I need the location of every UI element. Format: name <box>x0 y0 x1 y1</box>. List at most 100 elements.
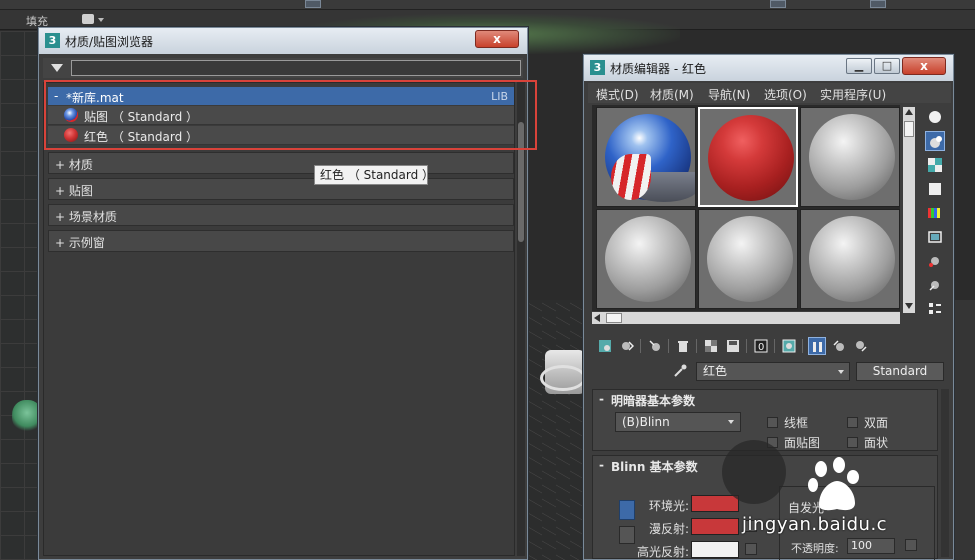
checkbox-box[interactable] <box>847 417 858 428</box>
put-to-scene-button[interactable] <box>618 337 636 355</box>
chevron-down-icon[interactable] <box>728 420 734 424</box>
make-unique-button[interactable] <box>702 337 720 355</box>
sample-slot-3[interactable] <box>800 107 900 207</box>
menu-mode[interactable]: 模式(D) <box>596 86 639 103</box>
scroll-up-icon[interactable] <box>905 109 913 115</box>
chevron-down-icon[interactable] <box>98 18 104 22</box>
get-material-button[interactable] <box>596 337 614 355</box>
editor-rollout-scrollbar[interactable] <box>941 389 949 557</box>
assign-icon <box>649 340 660 351</box>
fill-dropdown-icon[interactable] <box>82 14 94 24</box>
browser-scrollbar[interactable] <box>517 82 525 556</box>
rollout-header[interactable]: - 明暗器基本参数 <box>593 390 937 408</box>
eyedropper-icon[interactable] <box>672 363 688 379</box>
wireframe-checkbox[interactable]: 线框 <box>767 414 808 431</box>
sample-slot-4[interactable] <box>596 209 696 309</box>
watermark-text: jingyan.baidu.c <box>742 514 888 535</box>
sample-slot-5[interactable] <box>698 209 798 309</box>
toolbar-separator <box>696 339 697 353</box>
browser-search-input[interactable] <box>71 60 521 76</box>
specular-map-button[interactable] <box>745 543 757 555</box>
checkbox-box[interactable] <box>847 437 858 448</box>
editor-menu-bar: 模式(D) 材质(M) 导航(N) 选项(O) 实用程序(U) <box>588 83 951 103</box>
group-row-maps[interactable]: + 贴图 <box>48 178 514 200</box>
sample-uv-tiling-button[interactable] <box>925 179 945 199</box>
video-color-check-button[interactable] <box>925 203 945 223</box>
chevron-down-icon[interactable] <box>838 370 844 374</box>
specular-label: 高光反射: <box>636 545 689 559</box>
group-row-sample-slots[interactable]: + 示例窗 <box>48 230 514 252</box>
material-type-button[interactable]: Standard <box>856 362 944 381</box>
show-end-result-button[interactable] <box>808 337 826 355</box>
menu-navigation[interactable]: 导航(N) <box>708 86 750 103</box>
assign-to-selection-button[interactable] <box>646 337 664 355</box>
material-id-icon: 0 <box>754 339 768 353</box>
checkbox-box[interactable] <box>767 417 778 428</box>
options-button[interactable] <box>925 251 945 271</box>
menu-options[interactable]: 选项(O) <box>764 86 807 103</box>
opacity-spinner[interactable]: 100 <box>847 538 895 554</box>
minimize-button[interactable]: ▁ <box>846 58 872 74</box>
checker-icon <box>928 158 942 172</box>
browser-title: 材质/贴图浏览器 <box>65 35 154 49</box>
scrollbar-thumb[interactable] <box>606 313 622 323</box>
sample-slot-1[interactable] <box>596 107 696 207</box>
search-options-toggle-icon[interactable] <box>51 64 63 72</box>
toolbar-separator <box>774 339 775 353</box>
sample-slot-6[interactable] <box>800 209 900 309</box>
maximize-button[interactable]: □ <box>874 58 900 74</box>
sample-slot-2[interactable] <box>698 107 798 207</box>
show-map-in-viewport-button[interactable] <box>780 337 798 355</box>
browser-title-bar[interactable]: 3 材质/贴图浏览器 x <box>39 28 527 54</box>
scroll-down-icon[interactable] <box>905 303 913 309</box>
rollout-toggle[interactable]: - <box>599 458 604 472</box>
go-to-parent-button[interactable] <box>830 337 848 355</box>
editor-close-button[interactable]: x <box>902 57 946 75</box>
slot-horizontal-scrollbar[interactable] <box>592 312 900 324</box>
material-name-field[interactable]: 红色 <box>696 362 850 381</box>
reset-material-button[interactable] <box>674 337 692 355</box>
shader-type-select[interactable]: (B)Blinn <box>615 412 741 432</box>
toolbar-button[interactable] <box>870 0 886 8</box>
material-navigator-button[interactable] <box>925 299 945 319</box>
sphere-icon <box>929 111 941 123</box>
viewport-grid[interactable] <box>528 300 586 560</box>
checkbox-label: 双面 <box>864 416 889 430</box>
viewport-gizmo-ring[interactable] <box>540 365 586 391</box>
group-row-scene-materials[interactable]: + 场景材质 <box>48 204 514 226</box>
select-by-material-button[interactable] <box>925 275 945 295</box>
slot-vertical-scrollbar[interactable] <box>903 107 915 313</box>
backlight-button[interactable] <box>925 131 945 151</box>
sample-type-button[interactable] <box>925 107 945 127</box>
scrollbar-thumb[interactable] <box>904 121 914 137</box>
gray-sphere-preview <box>707 216 793 302</box>
browser-close-button[interactable]: x <box>475 30 519 48</box>
two-sided-checkbox[interactable]: 双面 <box>847 414 888 431</box>
viewport-left[interactable] <box>0 31 40 560</box>
menu-utilities[interactable]: 实用程序(U) <box>820 86 886 103</box>
put-to-library-button[interactable] <box>724 337 742 355</box>
menu-material[interactable]: 材质(M) <box>650 86 694 103</box>
toolbar-button[interactable] <box>770 0 786 8</box>
go-forward-to-sibling-button[interactable] <box>852 337 870 355</box>
trash-icon <box>678 341 688 352</box>
ambient-color-swatch[interactable] <box>691 495 739 512</box>
group-row-materials[interactable]: + 材质 <box>48 152 514 174</box>
diffuse-color-swatch[interactable] <box>691 518 739 535</box>
toolbar-separator <box>668 339 669 353</box>
main-toolbar-strip <box>0 0 975 10</box>
faceted-checkbox[interactable]: 面状 <box>847 434 888 451</box>
toolbar-button[interactable] <box>305 0 321 8</box>
material-id-channel-button[interactable]: 0 <box>752 337 770 355</box>
editor-title-bar[interactable]: 3 材质编辑器 - 红色 ▁ □ x <box>584 55 953 81</box>
texture-sphere-preview <box>605 114 695 202</box>
opacity-map-button[interactable] <box>905 539 917 551</box>
make-preview-button[interactable] <box>925 227 945 247</box>
specular-color-swatch[interactable] <box>691 541 739 558</box>
scroll-left-icon[interactable] <box>594 314 600 322</box>
background-button[interactable] <box>925 155 945 175</box>
specular-color-row: 高光反射: <box>593 540 763 560</box>
svg-text:0: 0 <box>758 342 764 353</box>
rollout-toggle[interactable]: - <box>599 392 604 406</box>
show-map-icon <box>782 339 796 353</box>
